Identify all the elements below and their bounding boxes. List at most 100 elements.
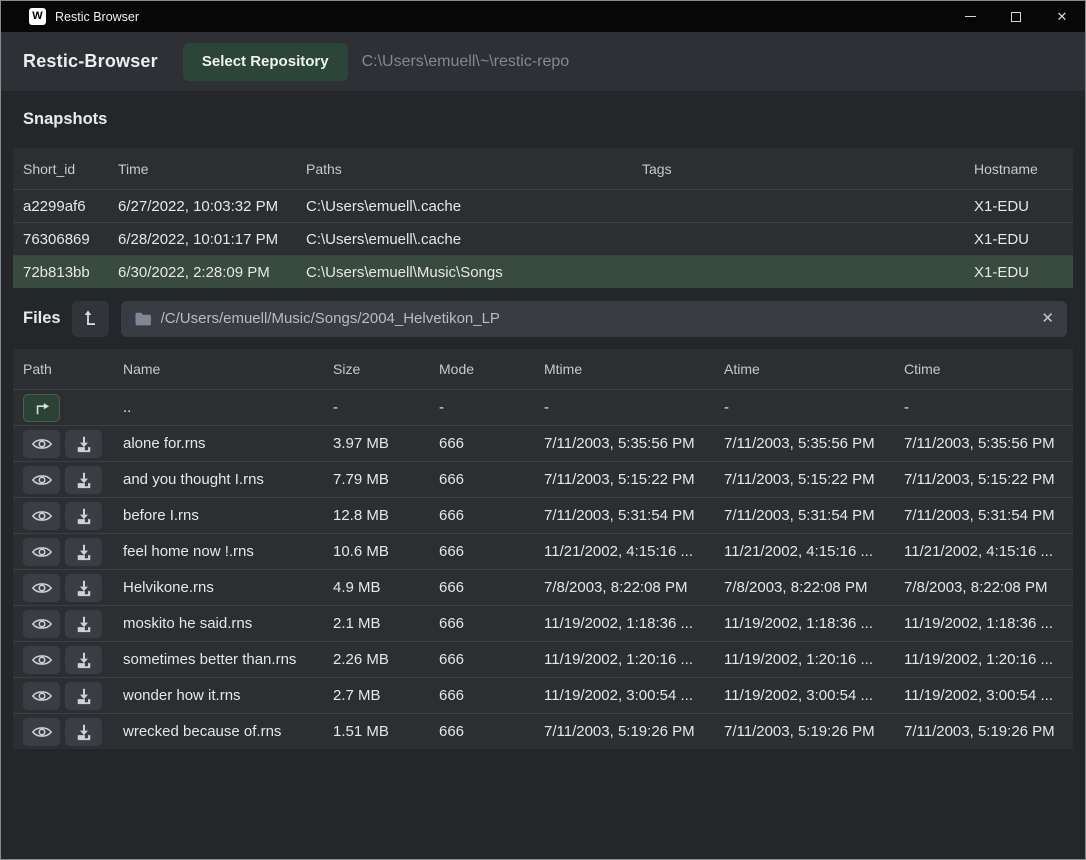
file-row[interactable]: Helvikone.rns4.9 MB6667/8/2003, 8:22:08 … (13, 569, 1073, 605)
file-row[interactable]: before I.rns12.8 MB6667/11/2003, 5:31:54… (13, 497, 1073, 533)
cell-time: 6/27/2022, 10:03:32 PM (118, 198, 306, 215)
cell-atime: 11/21/2002, 4:15:16 ... (724, 543, 904, 560)
cell-size: 7.79 MB (333, 471, 439, 488)
row-actions (23, 466, 123, 494)
snapshots-table-body: a2299af66/27/2022, 10:03:32 PM C:\Users\e… (13, 189, 1073, 288)
preview-file-button[interactable] (23, 538, 60, 566)
file-row[interactable]: and you thought I.rns7.79 MB6667/11/2003… (13, 461, 1073, 497)
app-window: W Restic Browser ✕ Restic-Browser Select… (0, 0, 1086, 860)
snapshots-table-header: Short_idTimePathsTagsHostname (13, 148, 1073, 189)
cell-size: 2.7 MB (333, 687, 439, 704)
clear-path-button[interactable]: ✕ (1041, 311, 1054, 326)
preview-file-button[interactable] (23, 718, 60, 746)
cell-atime: 11/19/2002, 1:18:36 ... (724, 615, 904, 632)
cell-name: sometimes better than.rns (123, 651, 333, 668)
file-row[interactable]: wrecked because of.rns1.51 MB6667/11/200… (13, 713, 1073, 749)
preview-file-button[interactable] (23, 574, 60, 602)
maximize-button[interactable] (993, 1, 1039, 32)
cell-mode: 666 (439, 507, 544, 524)
snapshot-row[interactable]: a2299af66/27/2022, 10:03:32 PMC:\Users\e… (13, 189, 1073, 222)
download-file-button[interactable] (65, 718, 102, 746)
cell-ctime: 7/11/2003, 5:15:22 PM (904, 471, 1073, 488)
download-icon (75, 723, 93, 741)
column-header-tags: Tags (642, 161, 974, 177)
download-file-button[interactable] (65, 538, 102, 566)
snapshot-row[interactable]: 763068696/28/2022, 10:01:17 PMC:\Users\e… (13, 222, 1073, 255)
file-row[interactable]: sometimes better than.rns2.26 MB66611/19… (13, 641, 1073, 677)
download-icon (75, 435, 93, 453)
cell-mtime: 11/19/2002, 1:18:36 ... (544, 615, 724, 632)
folder-icon-slot (134, 311, 152, 326)
download-icon (75, 651, 93, 669)
cell-atime: 11/19/2002, 3:00:54 ... (724, 687, 904, 704)
cell-hostname: X1-EDU (974, 231, 1073, 248)
preview-file-button[interactable] (23, 682, 60, 710)
download-file-button[interactable] (65, 646, 102, 674)
app-logo-icon: W (29, 8, 46, 25)
download-file-button[interactable] (65, 574, 102, 602)
cell-ctime: 7/11/2003, 5:19:26 PM (904, 723, 1073, 740)
minimize-button[interactable] (947, 1, 993, 32)
cell-atime: - (724, 399, 904, 416)
current-path: /C/Users/emuell/Music/Songs/2004_Helveti… (161, 310, 500, 327)
download-file-button[interactable] (65, 466, 102, 494)
cell-paths: C:\Users\emuell\Music\Songs (306, 264, 642, 281)
column-header-hostname: Hostname (974, 161, 1073, 177)
row-actions (23, 646, 123, 674)
cell-mtime: 7/11/2003, 5:19:26 PM (544, 723, 724, 740)
download-icon (75, 471, 93, 489)
row-actions (23, 718, 123, 746)
parent-dir-icon (33, 400, 51, 416)
cell-time: 6/30/2022, 2:28:09 PM (118, 264, 306, 281)
column-header-size: Size (333, 361, 439, 377)
cell-mode: 666 (439, 579, 544, 596)
parent-dir-button[interactable] (23, 394, 60, 422)
download-file-button[interactable] (65, 430, 102, 458)
cell-name: .. (123, 399, 333, 416)
cell-mode: 666 (439, 615, 544, 632)
column-header-mtime: Mtime (544, 361, 724, 377)
cell-size: 10.6 MB (333, 543, 439, 560)
column-header-ctime: Ctime (904, 361, 1073, 377)
cell-mtime: 7/11/2003, 5:31:54 PM (544, 507, 724, 524)
snapshot-row[interactable]: 72b813bb6/30/2022, 2:28:09 PMC:\Users\em… (13, 255, 1073, 288)
column-header-path: Path (23, 361, 123, 377)
file-row[interactable]: wonder how it.rns2.7 MB66611/19/2002, 3:… (13, 677, 1073, 713)
cell-short_id: a2299af6 (23, 198, 118, 215)
cell-size: 12.8 MB (333, 507, 439, 524)
select-repository-button[interactable]: Select Repository (183, 43, 348, 81)
window-controls: ✕ (947, 1, 1085, 32)
files-path-bar[interactable]: /C/Users/emuell/Music/Songs/2004_Helveti… (121, 301, 1067, 337)
cell-mtime: 11/21/2002, 4:15:16 ... (544, 543, 724, 560)
download-file-button[interactable] (65, 610, 102, 638)
eye-icon (31, 580, 53, 596)
file-row[interactable]: alone for.rns3.97 MB6667/11/2003, 5:35:5… (13, 425, 1073, 461)
preview-file-button[interactable] (23, 610, 60, 638)
row-actions (23, 538, 123, 566)
parent-dir-row[interactable]: ..----- (13, 389, 1073, 425)
go-to-root-button[interactable] (72, 301, 109, 337)
eye-icon (31, 688, 53, 704)
cell-atime: 7/11/2003, 5:31:54 PM (724, 507, 904, 524)
download-icon (75, 579, 93, 597)
eye-icon (31, 544, 53, 560)
close-button[interactable]: ✕ (1039, 1, 1085, 32)
cell-mtime: - (544, 399, 724, 416)
cell-mode: 666 (439, 687, 544, 704)
minimize-icon (965, 16, 976, 17)
cell-hostname: X1-EDU (974, 198, 1073, 215)
preview-file-button[interactable] (23, 430, 60, 458)
preview-file-button[interactable] (23, 502, 60, 530)
preview-file-button[interactable] (23, 466, 60, 494)
download-file-button[interactable] (65, 682, 102, 710)
cell-name: alone for.rns (123, 435, 333, 452)
cell-mode: 666 (439, 651, 544, 668)
cell-name: feel home now !.rns (123, 543, 333, 560)
cell-ctime: 11/19/2002, 1:20:16 ... (904, 651, 1073, 668)
download-file-button[interactable] (65, 502, 102, 530)
file-row[interactable]: feel home now !.rns10.6 MB66611/21/2002,… (13, 533, 1073, 569)
file-row[interactable]: moskito he said.rns2.1 MB66611/19/2002, … (13, 605, 1073, 641)
column-header-short_id: Short_id (23, 161, 118, 177)
preview-file-button[interactable] (23, 646, 60, 674)
cell-short_id: 72b813bb (23, 264, 118, 281)
